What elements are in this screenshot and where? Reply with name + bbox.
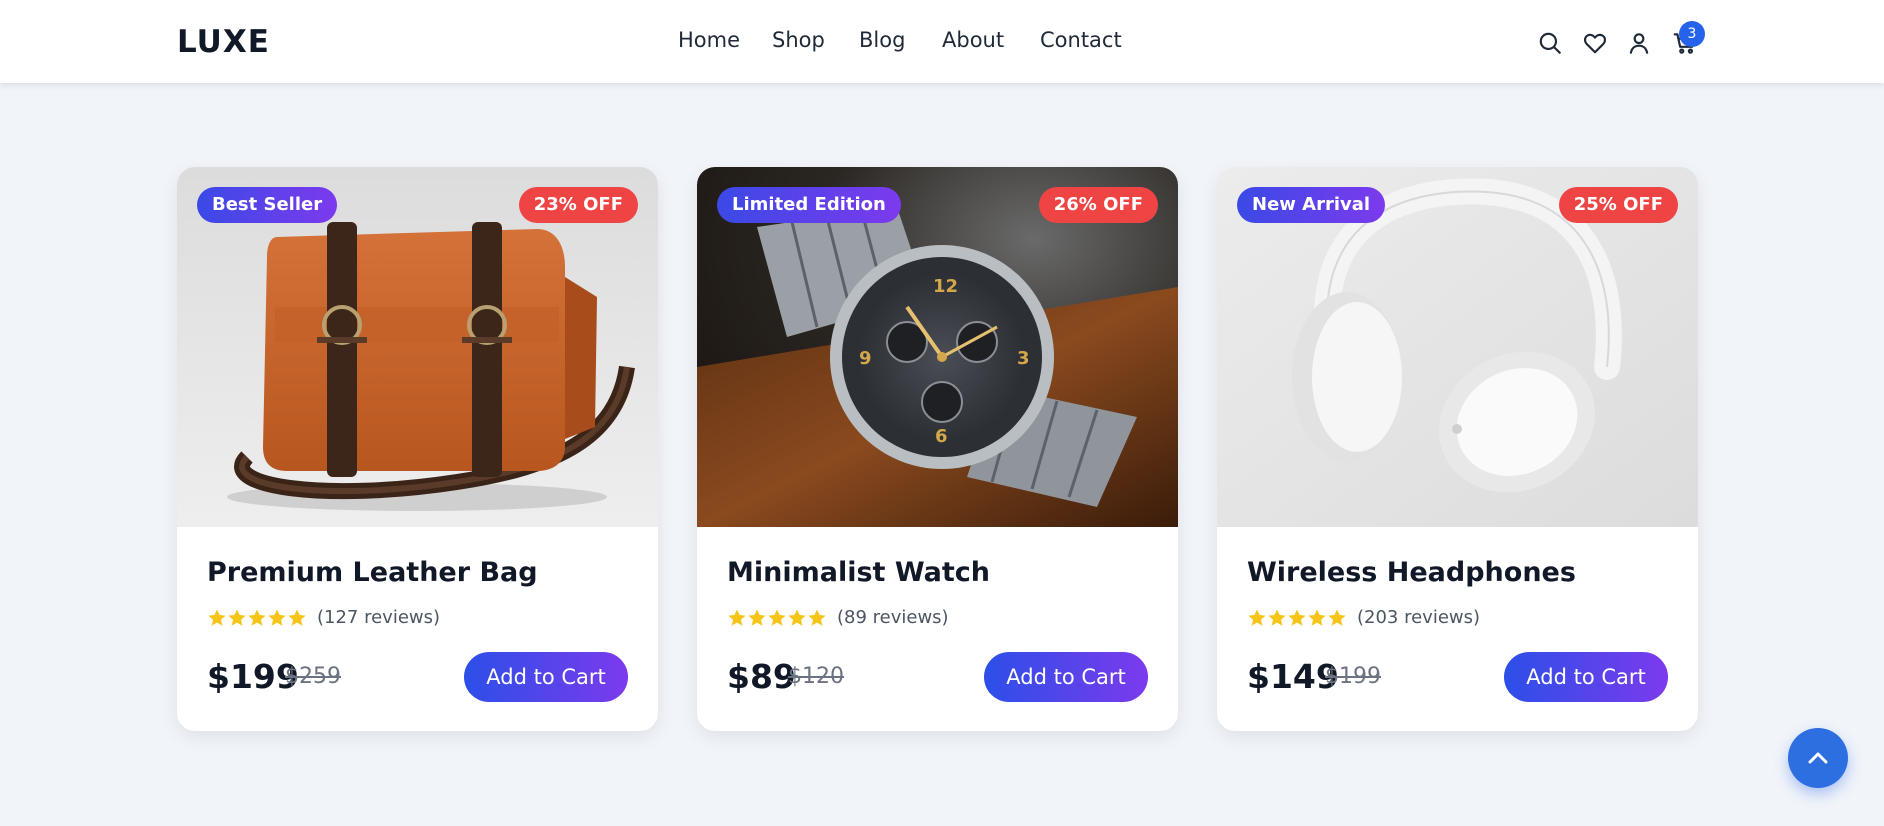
product-badge: New Arrival: [1237, 187, 1386, 223]
svg-text:12: 12: [933, 276, 958, 297]
add-to-cart-button[interactable]: Add to Cart: [1504, 652, 1668, 702]
star-icon: [208, 609, 226, 626]
original-price: $259: [285, 664, 341, 689]
current-price: $89: [727, 657, 796, 696]
product-badge: Limited Edition: [717, 187, 901, 223]
star-icon: [248, 609, 266, 626]
svg-text:3: 3: [1017, 348, 1030, 369]
star-icon: [1248, 609, 1266, 626]
nav-contact[interactable]: Contact: [1040, 28, 1122, 52]
product-title[interactable]: Premium Leather Bag: [207, 557, 538, 588]
product-badge: Best Seller: [197, 187, 338, 223]
star-rating: [207, 608, 307, 630]
review-count: (89 reviews): [837, 607, 949, 628]
svg-text:9: 9: [859, 348, 872, 369]
star-icon: [808, 609, 826, 626]
nav-about[interactable]: About: [942, 28, 1004, 52]
star-icon: [1268, 609, 1286, 626]
nav-home[interactable]: Home: [678, 28, 740, 52]
original-price: $199: [1325, 664, 1381, 689]
discount-badge: 25% OFF: [1558, 187, 1678, 223]
review-count: (127 reviews): [317, 607, 441, 628]
discount-badge: 23% OFF: [518, 187, 638, 223]
product-card-watch[interactable]: 12 3 6 9 Limited Edition 26% OFF Minimalist…: [697, 167, 1178, 731]
star-rating: [727, 608, 827, 630]
nav-shop[interactable]: Shop: [772, 28, 825, 52]
add-to-cart-button[interactable]: Add to Cart: [464, 652, 628, 702]
svg-text:6: 6: [935, 426, 948, 447]
back-to-top-button[interactable]: [1788, 728, 1848, 788]
star-icon: [228, 609, 246, 626]
review-count: (203 reviews): [1357, 607, 1481, 628]
star-icon: [1288, 609, 1306, 626]
star-icon: [728, 609, 746, 626]
product-card-headphones[interactable]: New Arrival 25% OFF Wireless Headphones …: [1217, 167, 1698, 731]
star-icon: [788, 609, 806, 626]
add-to-cart-button[interactable]: Add to Cart: [984, 652, 1148, 702]
product-card-leather-bag[interactable]: Best Seller 23% OFF Premium Leather Bag …: [177, 167, 658, 731]
chevron-up-icon: [1808, 752, 1828, 764]
star-icon: [288, 609, 306, 626]
star-icon: [1328, 609, 1346, 626]
star-icon: [1308, 609, 1326, 626]
search-icon[interactable]: [1537, 30, 1563, 56]
star-icon: [748, 609, 766, 626]
brand-logo[interactable]: LUXE: [177, 24, 270, 60]
product-title[interactable]: Wireless Headphones: [1247, 557, 1576, 588]
user-icon[interactable]: [1626, 30, 1652, 56]
original-price: $120: [788, 664, 844, 689]
site-header: LUXE Home Shop Blog About Contact 3: [0, 0, 1884, 83]
star-rating: [1247, 608, 1347, 630]
star-icon: [268, 609, 286, 626]
nav-blog[interactable]: Blog: [859, 28, 905, 52]
star-icon: [768, 609, 786, 626]
heart-icon[interactable]: [1582, 30, 1608, 56]
cart-count-badge: 3: [1679, 21, 1705, 47]
product-title[interactable]: Minimalist Watch: [727, 557, 990, 588]
discount-badge: 26% OFF: [1038, 187, 1158, 223]
